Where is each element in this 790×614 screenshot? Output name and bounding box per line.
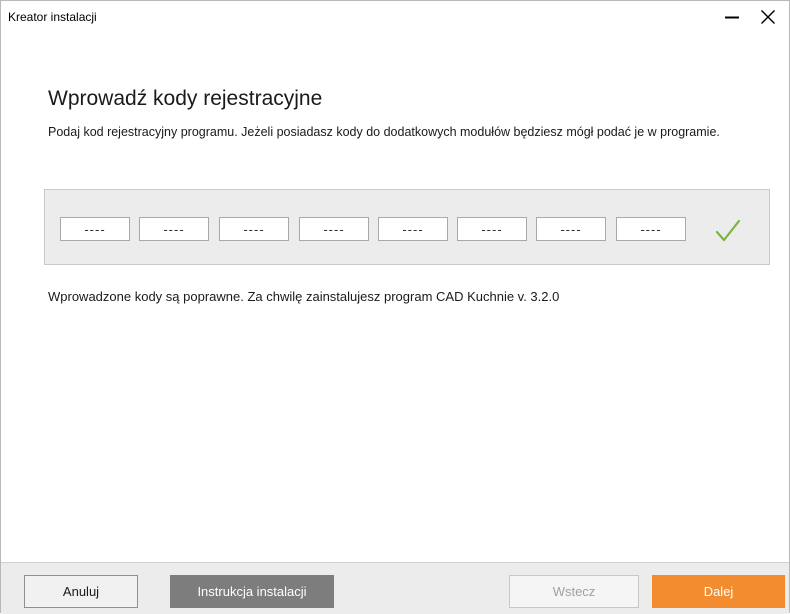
back-button[interactable]: Wstecz [509, 575, 639, 608]
code-field-7[interactable] [536, 217, 606, 241]
page-description: Podaj kod rejestracyjny programu. Jeżeli… [48, 125, 720, 139]
installation-instructions-button[interactable]: Instrukcja instalacji [170, 575, 334, 608]
code-field-1[interactable] [60, 217, 130, 241]
window-title: Kreator instalacji [8, 10, 97, 24]
code-field-3[interactable] [219, 217, 289, 241]
code-field-2[interactable] [139, 217, 209, 241]
minimize-icon [725, 16, 739, 19]
code-field-5[interactable] [378, 217, 448, 241]
code-field-6[interactable] [457, 217, 527, 241]
status-message: Wprowadzone kody są poprawne. Za chwilę … [48, 289, 560, 304]
installer-window: Kreator instalacji Wprowadź kody rejestr… [0, 0, 790, 614]
code-field-8[interactable] [616, 217, 686, 241]
registration-code-panel [44, 189, 770, 265]
cancel-button[interactable]: Anuluj [24, 575, 138, 608]
checkmark-icon [715, 219, 741, 242]
page-heading: Wprowadź kody rejestracyjne [48, 87, 323, 110]
footer-bar: Anuluj Instrukcja instalacji Wstecz Dale… [1, 562, 789, 614]
title-bar: Kreator instalacji [1, 1, 789, 31]
code-field-4[interactable] [299, 217, 369, 241]
minimize-button[interactable] [719, 4, 745, 30]
close-icon [761, 10, 775, 24]
next-button[interactable]: Dalej [652, 575, 785, 608]
close-button[interactable] [755, 4, 781, 30]
